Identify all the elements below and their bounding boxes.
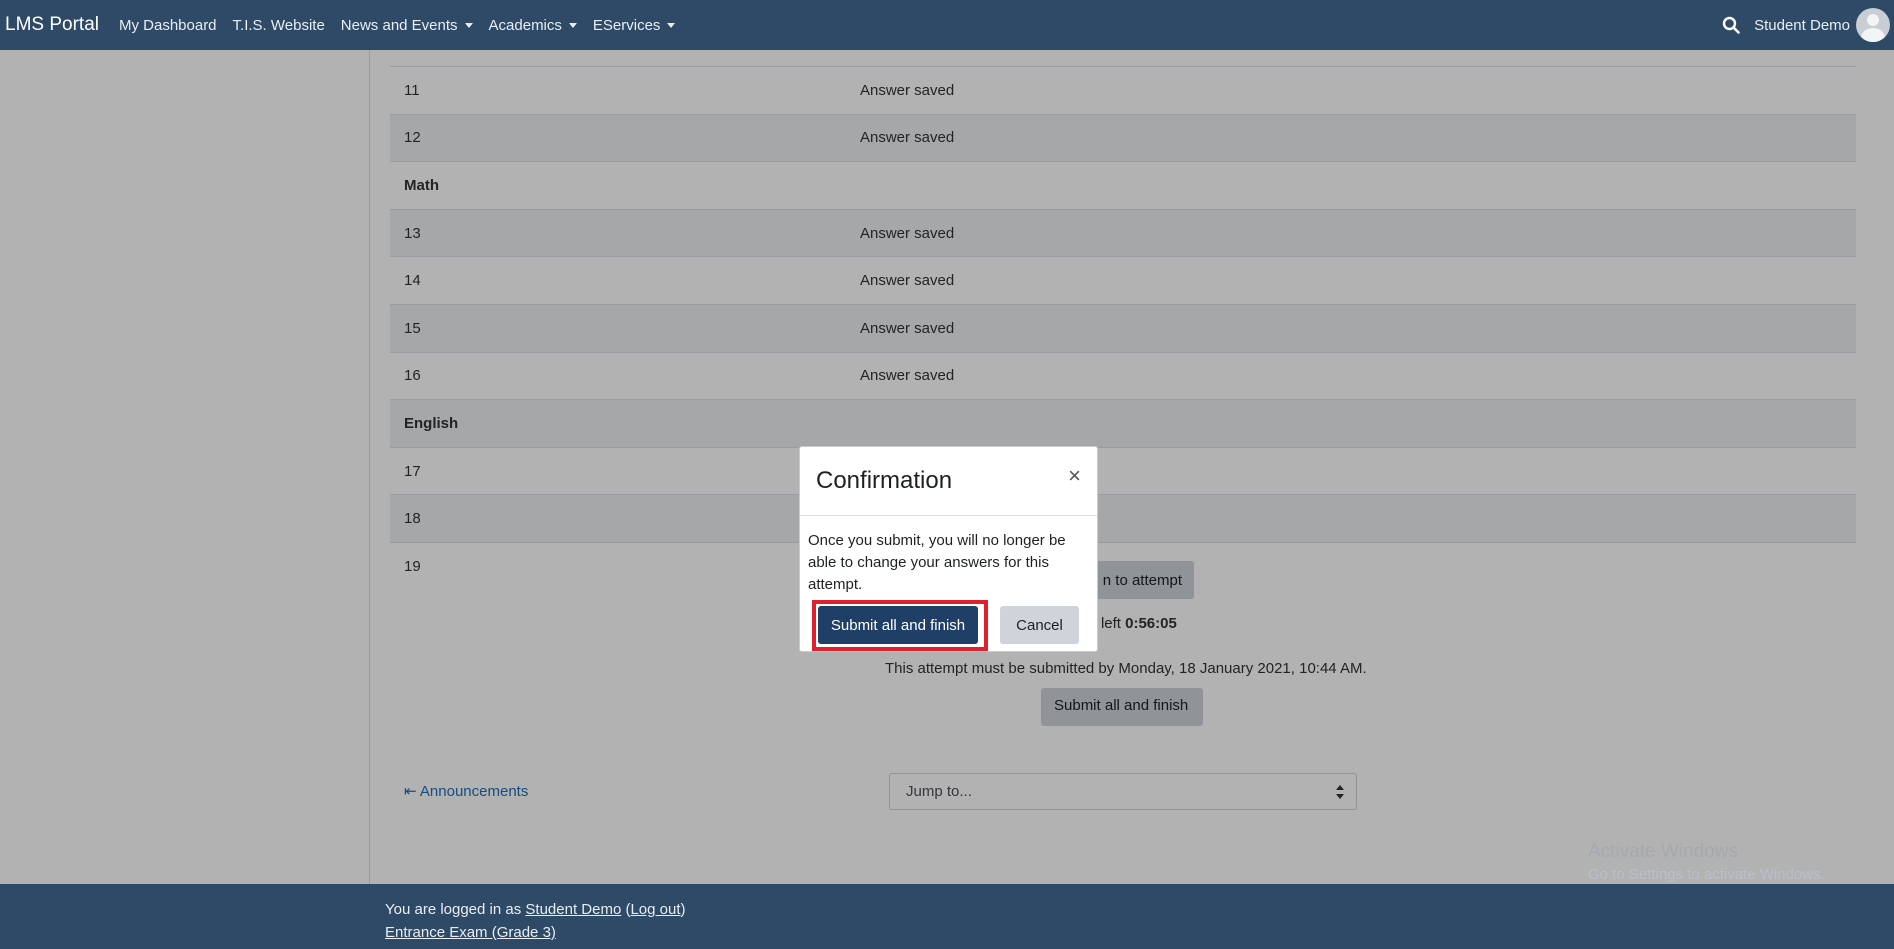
search-icon[interactable] <box>1722 16 1740 34</box>
dialog-message: Once you submit, you will no longer be a… <box>808 532 1066 593</box>
nav-link-label: News and Events <box>340 16 458 34</box>
watermark-title: Activate Windows <box>1588 841 1738 862</box>
watermark-subtitle: Go to Settings to activate Windows. <box>1588 866 1825 883</box>
course-info: Entrance Exam (Grade 3) <box>385 924 556 941</box>
avatar[interactable] <box>1856 8 1890 42</box>
submit-all-and-finish-button[interactable]: Submit all and finish <box>818 606 978 644</box>
nav-my-dashboard[interactable]: My Dashboard <box>119 17 217 34</box>
course-link[interactable]: Entrance Exam (Grade 3) <box>385 924 556 941</box>
dialog-header: Confirmation × <box>800 447 1097 516</box>
nav-tis-website[interactable]: T.I.S. Website <box>233 17 325 34</box>
nav-link-label: T.I.S. Website <box>232 16 325 34</box>
nav-link-label: My Dashboard <box>118 16 217 34</box>
caret-down-icon <box>464 22 473 28</box>
windows-activation-watermark: Activate Windows Go to Settings to activ… <box>1588 841 1825 883</box>
dialog-title: Confirmation <box>816 467 953 494</box>
logged-in-info: You are logged in as Student Demo (Log o… <box>385 901 686 918</box>
cancel-button[interactable]: Cancel <box>1000 606 1079 644</box>
top-navbar: LMS Portal My Dashboard T.I.S. Website N… <box>0 0 1894 50</box>
nav-right: Student Demo <box>1722 8 1890 42</box>
logged-in-prefix: You are logged in as <box>385 901 522 918</box>
nav-academics[interactable]: Academics <box>489 17 577 34</box>
nav-link-label: EServices <box>592 16 661 34</box>
close-icon[interactable]: × <box>1068 465 1081 487</box>
nav-link-label: Academics <box>488 16 562 34</box>
confirmation-dialog: Confirmation × Once you submit, you will… <box>799 446 1098 652</box>
nav-eservices[interactable]: EServices <box>593 17 676 34</box>
caret-down-icon <box>667 22 676 28</box>
user-menu-name[interactable]: Student Demo <box>1754 17 1850 34</box>
page-footer: You are logged in as Student Demo (Log o… <box>0 884 1894 949</box>
nav-links: My Dashboard T.I.S. Website News and Eve… <box>111 17 683 34</box>
dialog-footer: Submit all and finish Cancel <box>800 600 1099 651</box>
caret-down-icon <box>568 22 577 28</box>
site-brand[interactable]: LMS Portal <box>5 14 99 36</box>
nav-news-events[interactable]: News and Events <box>341 17 473 34</box>
profile-link[interactable]: Student Demo <box>525 901 621 918</box>
logout-link[interactable]: Log out <box>630 901 680 918</box>
